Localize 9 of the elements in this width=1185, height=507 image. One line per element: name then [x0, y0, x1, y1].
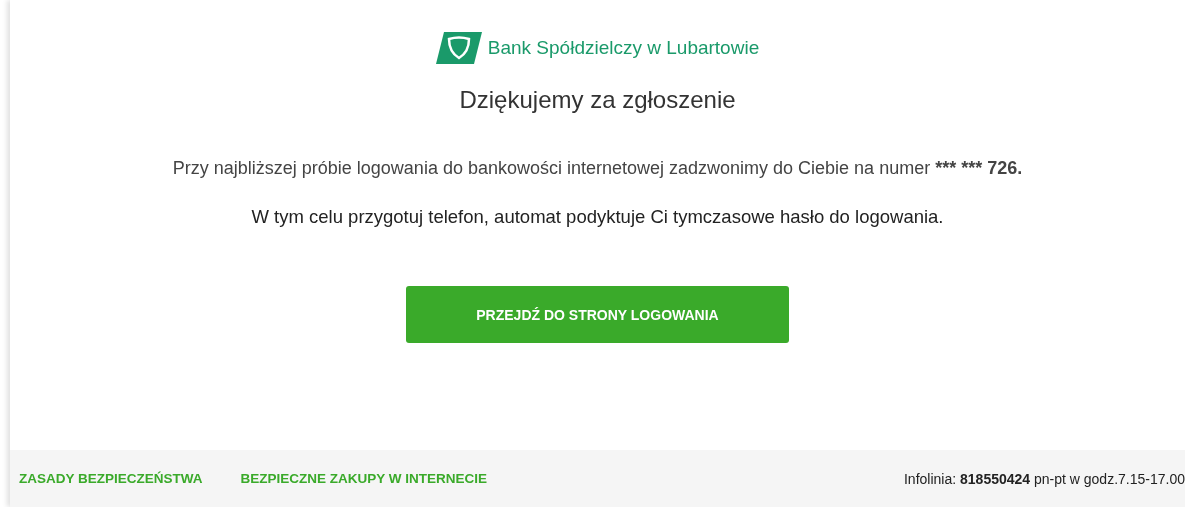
page-title: Dziękujemy za zgłoszenie	[459, 86, 736, 114]
footer-link[interactable]: BEZPIECZNE ZAKUPY W INTERNECIE	[240, 471, 488, 486]
login-page-button[interactable]: PRZEJDŹ DO STRONY LOGOWANIA	[406, 286, 789, 343]
hotline-text: Infolinia: 818550424 pn-pt w godz.7.15-17.00	[904, 470, 1185, 487]
bank-name: Bank Spółdzielczy w Lubartowie	[487, 37, 760, 59]
footer-link[interactable]: ZASADY BEZPIECZEŃSTWA	[19, 471, 203, 486]
info-text: W tym celu przygotuj telefon, automat podyktuje Ci tymczasowe hasło do logowania.	[251, 206, 944, 228]
bank-logo-icon	[435, 32, 482, 64]
info-text: Przy najbliższej próbie logowania do bankowości internetowej zadzwonimy do Ciebie na numer *** *** 726.	[172, 158, 1023, 179]
